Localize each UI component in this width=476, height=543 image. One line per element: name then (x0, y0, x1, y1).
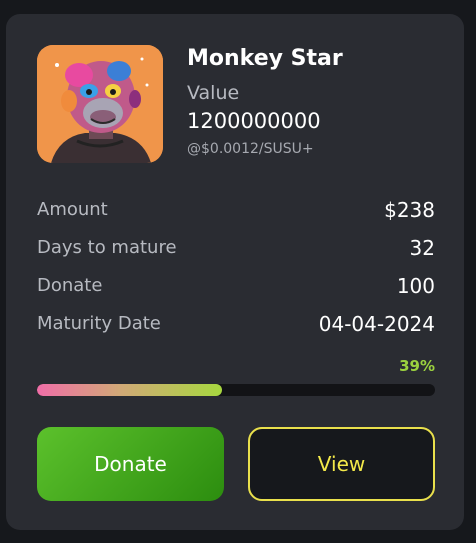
detail-label: Days to mature (37, 237, 177, 258)
detail-row-amount: Amount $238 (37, 198, 435, 227)
progress-fill (37, 384, 223, 396)
detail-label: Maturity Date (37, 313, 161, 334)
detail-row-maturity-date: Maturity Date 04-04-2024 (37, 312, 435, 341)
token-rate: @$0.0012/SUSU+ (187, 141, 314, 157)
progress-bar (37, 384, 435, 396)
donate-button[interactable]: Donate (37, 427, 224, 501)
detail-row-donate: Donate 100 (37, 274, 435, 303)
nft-title: Monkey Star (187, 46, 343, 71)
detail-label: Donate (37, 275, 103, 296)
detail-value: 04-04-2024 (318, 312, 435, 336)
donation-card: Monkey Star Value 1200000000 @$0.0012/SU… (6, 14, 464, 530)
nft-image (37, 45, 163, 163)
monkey-nft-icon (37, 45, 163, 163)
detail-label: Amount (37, 199, 108, 220)
detail-row-days-to-mature: Days to mature 32 (37, 236, 435, 265)
detail-value: $238 (384, 198, 435, 222)
value-amount: 1200000000 (187, 109, 321, 133)
view-button[interactable]: View (248, 427, 435, 501)
value-label: Value (187, 82, 240, 104)
detail-value: 100 (396, 274, 435, 298)
progress-percent: 39% (399, 357, 435, 375)
detail-value: 32 (409, 236, 435, 260)
